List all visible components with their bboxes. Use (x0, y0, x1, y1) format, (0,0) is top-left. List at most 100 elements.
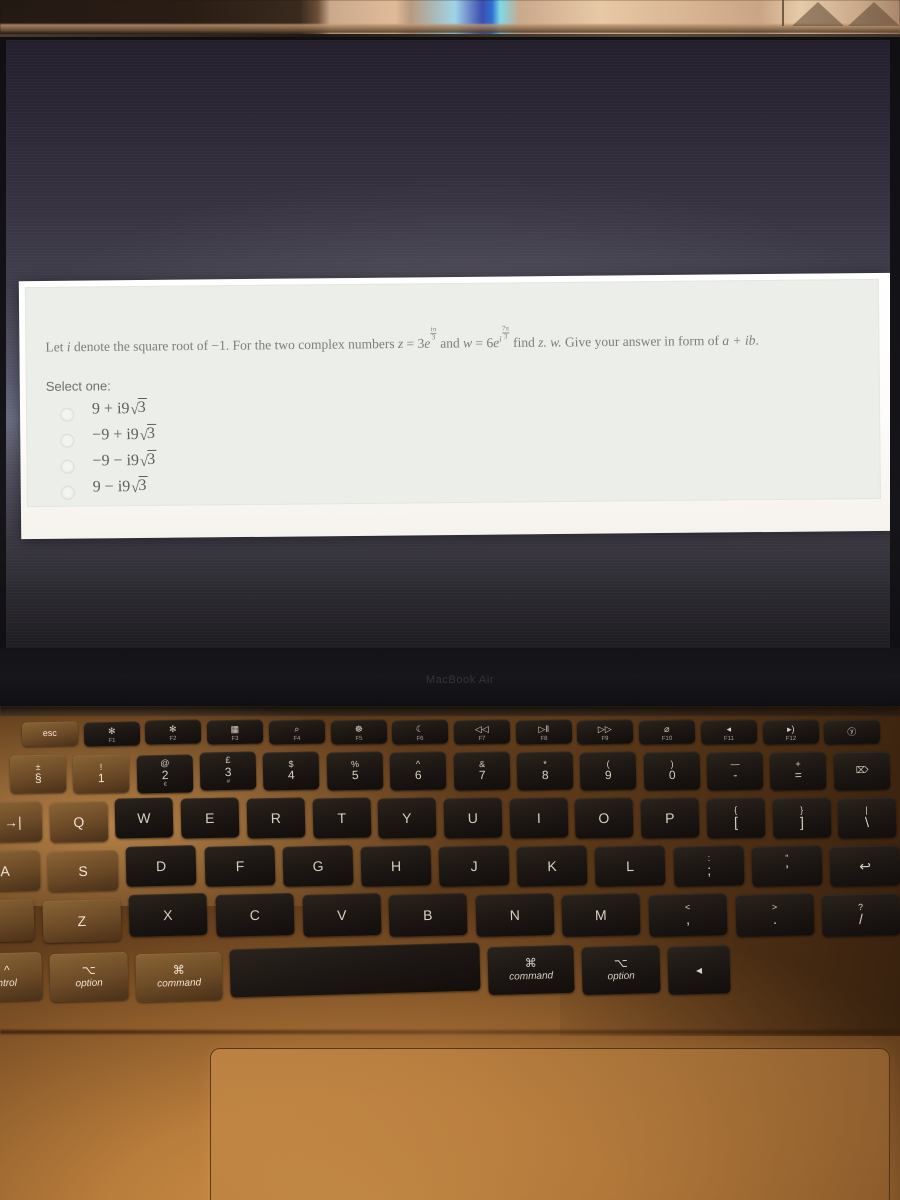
key-P[interactable]: P (640, 797, 700, 839)
key-~[interactable]: ~ (0, 898, 35, 944)
key-6[interactable]: ^ 6 (389, 751, 447, 791)
laptop-screen: Let i denote the square root of −1. For … (6, 40, 890, 652)
radio-button-b[interactable] (60, 433, 75, 448)
key-E[interactable]: E (180, 797, 240, 839)
key-T[interactable]: T (312, 797, 371, 839)
key-6-label: ^ 6 (414, 758, 422, 783)
key-↩[interactable]: ↩ (829, 845, 900, 887)
key-'[interactable]: " ' (751, 845, 823, 887)
key-\[interactable]: | \ (837, 797, 897, 839)
key-S[interactable]: S (47, 850, 119, 892)
key-fn-f9[interactable]: ▷▷ F9 (577, 719, 634, 745)
key-F[interactable]: F (204, 845, 276, 887)
key-8[interactable]: * 8 (516, 751, 574, 791)
answer-option-a[interactable]: 9 + i93 (59, 397, 480, 429)
key-][interactable]: }] (772, 797, 831, 839)
key-option[interactable]: ⌥ option (49, 951, 129, 1003)
key-G[interactable]: G (282, 845, 354, 887)
key-C-label: C (249, 906, 260, 923)
key-fn-f12[interactable]: ▸) F12 (762, 719, 819, 745)
key-space[interactable] (229, 942, 481, 998)
keyboard[interactable]: esc ✻ F1 ✻ F2 ▦ F3 ⌕ F4 ☸ F5 ☾ F6 ◁◁ F7 ▷‖ F8 ▷▷ F9 ⌀ F10 ◂ F1… (0, 706, 900, 1036)
key-3[interactable]: £3 # (199, 751, 257, 791)
key-D[interactable]: D (125, 845, 197, 887)
key-→|[interactable]: →| (0, 801, 43, 843)
key-X-label: X (163, 906, 173, 923)
and-word: and (440, 335, 460, 351)
key-J[interactable]: J (438, 845, 510, 887)
key-/[interactable]: ? / (821, 892, 900, 938)
key-7[interactable]: & 7 (453, 751, 511, 791)
radio-button-c[interactable] (60, 459, 75, 474)
key-Z[interactable]: Z (42, 898, 121, 944)
key-option[interactable]: ⌥ option (581, 944, 661, 996)
key-1[interactable]: ! 1 (72, 754, 131, 794)
key-[interactable]: ◂ (667, 945, 731, 995)
key-fn-f8[interactable]: ▷‖ F8 (515, 719, 572, 745)
key-command-label: ⌘ command (509, 956, 554, 983)
key-A[interactable]: A (0, 850, 41, 892)
key-C[interactable]: C (215, 892, 295, 938)
key-1-label: ! 1 (98, 761, 106, 786)
key-0[interactable]: ) 0 (643, 751, 701, 791)
key-fn-f7[interactable]: ◁◁ F7 (453, 719, 510, 745)
w-symbol: w (463, 335, 473, 351)
trackpad[interactable] (210, 1048, 890, 1200)
key-→|-label: →| (3, 813, 22, 830)
key-N[interactable]: N (475, 892, 554, 938)
key-U[interactable]: U (443, 797, 503, 839)
key-I-label: I (536, 809, 541, 826)
key-5[interactable]: % 5 (326, 751, 384, 791)
key-fn-f10[interactable]: ⌀ F10 (638, 719, 696, 745)
key-9[interactable]: (9 (579, 751, 637, 791)
key-L[interactable]: L (594, 845, 666, 887)
radio-button-a[interactable] (59, 407, 75, 422)
key-fn-f11[interactable]: ◂ F11 (700, 719, 757, 745)
key-ntrol[interactable]: ^ ntrol (0, 952, 43, 1002)
key-V[interactable]: V (301, 892, 381, 938)
key-2[interactable]: @2 € (136, 754, 194, 794)
key-fn-f1[interactable]: ✻ F1 (83, 721, 140, 747)
key-,[interactable]: <, (648, 892, 728, 938)
radio-button-d[interactable] (60, 485, 75, 500)
key-ntrol-label: ^ ntrol (0, 963, 18, 990)
key-M[interactable]: M (561, 892, 641, 938)
key-.-label: >. (771, 901, 778, 928)
key-.[interactable]: >. (735, 892, 814, 938)
key-I[interactable]: I (509, 797, 568, 839)
key-fn-f11-label: ◂ F11 (723, 724, 734, 742)
key-fn-f3[interactable]: ▦ F3 (206, 719, 264, 745)
key-O[interactable]: O (574, 797, 634, 839)
key-fn-f2[interactable]: ✻ F2 (145, 719, 202, 745)
key-4[interactable]: $4 (263, 751, 321, 791)
key-K-label: K (547, 857, 558, 874)
key-=[interactable]: + = (769, 751, 828, 791)
key-⌦[interactable]: ⌦ (833, 751, 891, 791)
key-fn-f5[interactable]: ☸ F5 (330, 719, 387, 745)
key-N-label: N (509, 906, 520, 923)
key-fn-13[interactable]: ⓨ (824, 719, 881, 745)
key-command[interactable]: ⌘ command (487, 944, 575, 996)
key--[interactable]: — - (706, 751, 764, 791)
key-fn-esc[interactable]: esc (21, 721, 78, 747)
key-X[interactable]: X (128, 892, 208, 938)
key-Q[interactable]: Q (49, 801, 108, 843)
answer-option-d[interactable]: 9 − i93 (60, 475, 481, 507)
key-§[interactable]: ± § (9, 754, 67, 794)
key-;[interactable]: :; (673, 845, 745, 887)
key-command[interactable]: ⌘ command (135, 951, 223, 1003)
key-W[interactable]: W (114, 797, 174, 839)
key-Y[interactable]: Y (377, 797, 437, 839)
key-/-label: ? / (858, 901, 864, 928)
answer-option-b[interactable]: −9 + i93 (60, 423, 480, 455)
key-K[interactable]: K (516, 845, 588, 887)
key-D-label: D (156, 857, 167, 874)
key-B[interactable]: B (388, 892, 468, 938)
key-[[interactable]: {[ (706, 797, 765, 839)
key-fn-f6[interactable]: ☾ F6 (392, 719, 449, 745)
answer-option-c[interactable]: −9 − i93 (60, 449, 480, 481)
key-H[interactable]: H (360, 845, 432, 887)
key-fn-f4[interactable]: ⌕ F4 (268, 719, 325, 745)
key-R[interactable]: R (246, 797, 305, 839)
key-⌦-label: ⌦ (855, 765, 869, 776)
